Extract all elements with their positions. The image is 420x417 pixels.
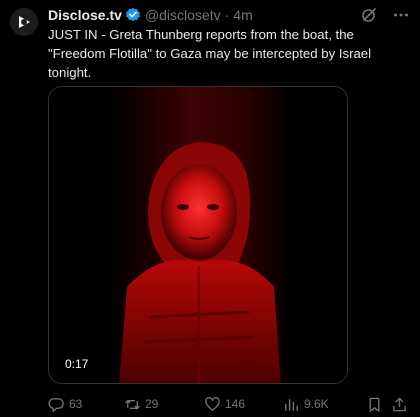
author-handle[interactable]: @disclosetv [145,7,221,23]
more-icon[interactable] [392,6,410,24]
retweet-button[interactable]: 29 [124,394,158,414]
verified-badge-icon [125,7,141,23]
tweet-header: Disclose.tv @disclosetv · 4m [48,6,410,24]
header-actions [360,6,410,24]
video-player[interactable]: 0:17 [48,86,348,384]
heart-icon [205,396,220,411]
tweet-text: JUST IN - Greta Thunberg reports from th… [48,27,372,80]
tweet[interactable]: Disclose.tv @disclosetv · 4m JUST IN - G… [0,0,420,417]
views-count: 9.6K [304,397,329,411]
retweet-icon [125,399,140,409]
bookmark-button[interactable] [366,394,383,414]
disclose-logo-icon [10,8,38,36]
grok-icon[interactable] [360,6,378,24]
views-button[interactable]: 9.6K [283,394,329,414]
tweet-time[interactable]: 4m [233,7,252,23]
video-frame [49,87,347,383]
like-count: 146 [225,397,246,411]
bookmark-icon [369,397,380,412]
like-button[interactable]: 146 [204,394,245,414]
video-duration: 0:17 [61,355,93,373]
views-icon [285,398,298,411]
separator-dot: · [224,7,230,23]
share-icon [393,397,406,411]
reply-count: 63 [69,397,83,411]
tweet-actions: 63 29 146 9.6K [48,394,410,414]
share-button[interactable] [391,394,408,414]
retweet-count: 29 [145,397,159,411]
reply-icon [48,397,64,412]
reply-button[interactable]: 63 [48,394,82,414]
avatar[interactable] [10,8,38,36]
author-name[interactable]: Disclose.tv [48,7,122,23]
